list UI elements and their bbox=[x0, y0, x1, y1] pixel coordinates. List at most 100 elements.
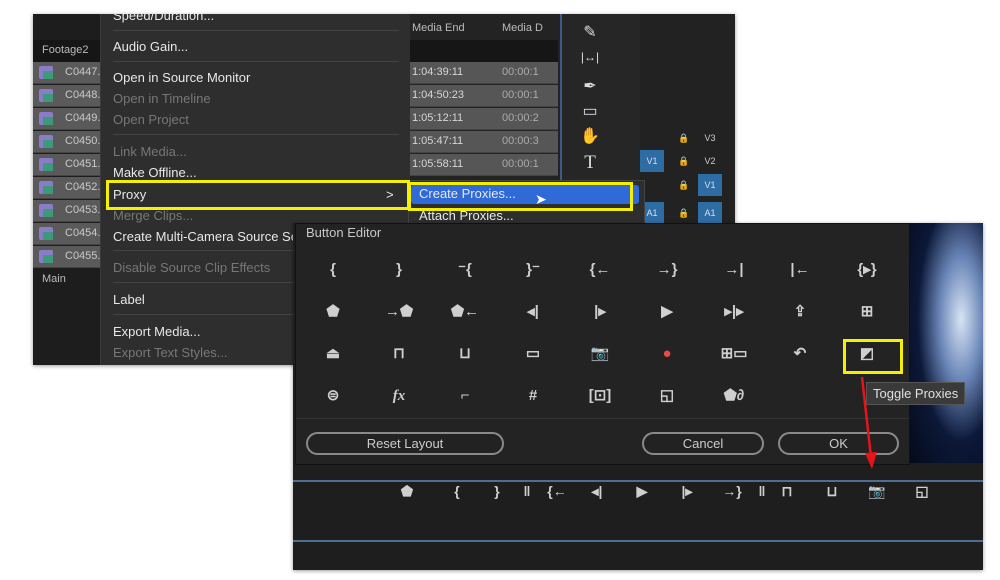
col-media-duration[interactable]: Media D bbox=[502, 22, 543, 34]
table-row[interactable]: 1:04:50:23 00:00:1 bbox=[410, 85, 558, 107]
clip-row[interactable]: C0448. bbox=[33, 85, 100, 107]
button-editor-icon[interactable]: [⊡] bbox=[580, 384, 620, 408]
clip-icon bbox=[39, 227, 53, 240]
button-editor-icon[interactable]: ⊓ bbox=[379, 342, 419, 366]
button-editor-icon[interactable]: } bbox=[379, 258, 419, 282]
toolbar-button-icon[interactable]: →} bbox=[720, 483, 744, 499]
table-row[interactable]: 1:05:12:11 00:00:2 bbox=[410, 108, 558, 130]
cell-media-end: 1:05:47:11 bbox=[412, 135, 464, 147]
clip-icon bbox=[39, 204, 53, 217]
clip-row[interactable]: C0451. bbox=[33, 154, 100, 176]
button-editor-icon[interactable]: ◱ bbox=[647, 384, 687, 408]
button-editor-icon[interactable]: }⁻ bbox=[513, 258, 553, 282]
toolbar-button-icon[interactable]: ⊔ bbox=[820, 483, 844, 500]
track-target[interactable]: V3 bbox=[698, 127, 722, 149]
button-editor-icon[interactable]: ● bbox=[647, 342, 687, 366]
track-source[interactable] bbox=[640, 127, 664, 149]
button-editor-icon[interactable]: →} bbox=[647, 258, 687, 282]
clip-row[interactable]: C0455. bbox=[33, 246, 100, 268]
clip-row[interactable]: C0454. bbox=[33, 223, 100, 245]
toolbar-button-icon[interactable]: ◂| bbox=[585, 483, 609, 500]
razor-icon[interactable]: ✎ bbox=[578, 22, 602, 42]
button-editor-icon[interactable]: ⊞ bbox=[847, 300, 887, 324]
button-editor-icon[interactable]: ⬟ bbox=[313, 300, 353, 324]
button-editor-icon[interactable]: fx bbox=[379, 384, 419, 408]
pen-icon[interactable]: ✒ bbox=[578, 76, 602, 96]
button-editor-icon[interactable]: |▸ bbox=[580, 300, 620, 324]
table-row[interactable]: 1:05:58:11 00:00:1 bbox=[410, 154, 558, 176]
button-editor-icon[interactable]: ◂| bbox=[513, 300, 553, 324]
type-icon[interactable]: T bbox=[578, 152, 602, 174]
cancel-button[interactable]: Cancel bbox=[642, 432, 764, 455]
bin-main[interactable]: Main bbox=[42, 273, 66, 285]
button-editor-icon[interactable]: 📷 bbox=[580, 342, 620, 366]
menu-item-speed-duration[interactable]: Speed/Duration... bbox=[113, 14, 214, 23]
menu-item-make-offline[interactable]: Make Offline... bbox=[113, 165, 197, 180]
lock-icon[interactable]: 🔒 bbox=[674, 150, 694, 172]
clip-row[interactable]: C0447. bbox=[33, 62, 100, 84]
button-editor-icon[interactable]: # bbox=[513, 384, 553, 408]
menu-item-audio-gain[interactable]: Audio Gain... bbox=[113, 39, 188, 54]
hand-icon[interactable]: ✋ bbox=[578, 126, 602, 146]
cell-media-end: 1:05:58:11 bbox=[412, 158, 464, 170]
toolbar-button-icon[interactable]: ‖ bbox=[515, 483, 539, 499]
table-row[interactable]: 1:05:47:11 00:00:3 bbox=[410, 131, 558, 153]
button-editor-icon[interactable]: ▶ bbox=[647, 300, 687, 324]
button-editor-icon[interactable]: {← bbox=[580, 258, 620, 282]
clip-row[interactable]: C0449. bbox=[33, 108, 100, 130]
toolbar-button-icon[interactable]: |▸ bbox=[675, 483, 699, 500]
clip-row[interactable]: C0452. bbox=[33, 177, 100, 199]
toolbar-button-icon[interactable]: ‖ bbox=[750, 483, 774, 499]
cell-media-end: 1:05:12:11 bbox=[412, 112, 464, 124]
button-editor-icon[interactable]: ▭ bbox=[513, 342, 553, 366]
button-editor-icon[interactable]: →⬟ bbox=[379, 300, 419, 324]
clip-row[interactable]: C0453. bbox=[33, 200, 100, 222]
button-editor-icon[interactable]: ↶ bbox=[780, 342, 820, 366]
toolbar-button-icon[interactable]: { bbox=[445, 483, 469, 499]
lock-icon[interactable]: 🔒 bbox=[674, 202, 694, 224]
menu-separator bbox=[113, 61, 399, 62]
reset-layout-button[interactable]: Reset Layout bbox=[306, 432, 504, 455]
toolbar-button-icon[interactable]: ◱ bbox=[910, 483, 934, 500]
button-editor-icon[interactable]: ⁻{ bbox=[445, 258, 485, 282]
track-target[interactable]: V1 bbox=[698, 174, 722, 196]
rectangle-icon[interactable]: ▭ bbox=[578, 101, 602, 121]
button-editor-icon[interactable]: →| bbox=[714, 258, 754, 282]
clip-icon bbox=[39, 181, 53, 194]
button-editor-icon[interactable]: { bbox=[313, 258, 353, 282]
menu-item-disable-source-clip-effects: Disable Source Clip Effects bbox=[113, 260, 271, 275]
toolbar-button-icon[interactable]: 📷 bbox=[865, 483, 889, 500]
track-target[interactable]: V2 bbox=[698, 150, 722, 172]
button-editor-icon[interactable]: ⏏ bbox=[313, 342, 353, 366]
toolbar-button-icon[interactable]: } bbox=[485, 483, 509, 499]
toolbar-button-icon[interactable]: ⬟ bbox=[395, 483, 419, 500]
table-row[interactable]: 1:04:39:11 00:00:1 bbox=[410, 62, 558, 84]
lock-icon[interactable]: 🔒 bbox=[674, 174, 694, 196]
button-editor-icon[interactable]: ⊔ bbox=[445, 342, 485, 366]
button-editor-icon[interactable]: {▸} bbox=[847, 258, 887, 282]
button-editor-icon[interactable]: ⬟← bbox=[445, 300, 485, 324]
toolbar-button-icon[interactable]: ⊓ bbox=[775, 483, 799, 500]
button-editor-icon[interactable]: ⇪ bbox=[780, 300, 820, 324]
menu-item-export-media[interactable]: Export Media... bbox=[113, 324, 200, 339]
slip-icon[interactable]: |↔| bbox=[578, 50, 602, 64]
button-editor-icon[interactable]: ▸|▸ bbox=[714, 300, 754, 324]
lock-icon[interactable]: 🔒 bbox=[674, 127, 694, 149]
button-editor-icon[interactable]: ⌐ bbox=[445, 384, 485, 408]
clip-name: C0453. bbox=[65, 204, 101, 216]
track-target[interactable]: A1 bbox=[698, 202, 722, 224]
col-media-end[interactable]: Media End bbox=[412, 22, 465, 34]
highlight-proxy bbox=[106, 180, 410, 210]
menu-item-label[interactable]: Label bbox=[113, 292, 145, 307]
toolbar-button-icon[interactable]: {← bbox=[545, 483, 569, 499]
button-editor-icon[interactable]: ⊞▭ bbox=[714, 342, 754, 366]
button-editor-icon[interactable]: |← bbox=[780, 258, 820, 282]
highlight-toggle-proxies bbox=[843, 339, 903, 374]
clip-row[interactable]: C0450. bbox=[33, 131, 100, 153]
track-source[interactable]: V1 bbox=[640, 150, 664, 172]
button-editor-icon[interactable]: ⬟∂ bbox=[714, 384, 754, 408]
divider bbox=[293, 480, 983, 482]
menu-item-open-in-source-monitor[interactable]: Open in Source Monitor bbox=[113, 70, 250, 85]
toolbar-button-icon[interactable]: ▶ bbox=[630, 483, 654, 500]
button-editor-icon[interactable]: ⊜ bbox=[313, 384, 353, 408]
